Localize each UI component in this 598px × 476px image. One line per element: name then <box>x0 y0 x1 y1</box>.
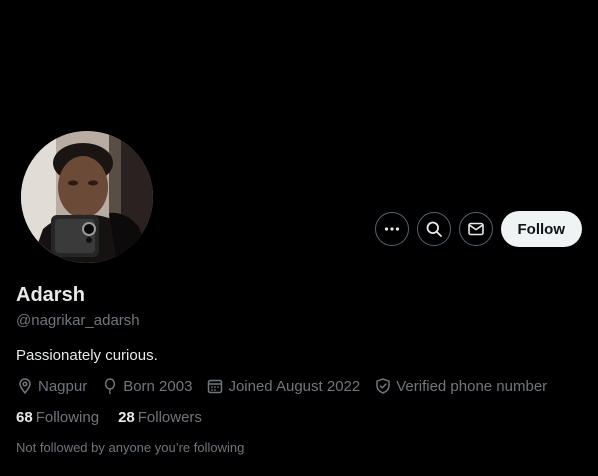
joined-item: Joined August 2022 <box>206 377 360 395</box>
more-button[interactable] <box>374 212 409 246</box>
joined-text: Joined August 2022 <box>228 377 361 395</box>
verified-text: Verified phone number <box>396 377 548 395</box>
following-count: 68 <box>16 409 33 426</box>
profile-bio: Passionately curious. <box>16 347 158 364</box>
birth-item: Born 2003 <box>101 377 192 395</box>
search-button[interactable] <box>416 212 451 246</box>
profile-meta: Nagpur Born 2003 Joined August 2022 Veri… <box>16 377 561 395</box>
profile-page: Follow Adarsh @nagrikar_adarsh Passionat… <box>0 0 598 476</box>
shield-check-icon <box>376 378 390 394</box>
follow-button[interactable]: Follow <box>500 211 582 247</box>
followers-label: Followers <box>137 409 202 426</box>
envelope-icon <box>467 222 484 236</box>
following-label: Following <box>35 409 100 426</box>
verified-item: Verified phone number <box>374 377 547 395</box>
avatar-ring <box>16 126 158 268</box>
calendar-icon <box>208 379 223 394</box>
more-horizontal-icon <box>384 227 399 231</box>
avatar-photo <box>21 131 153 263</box>
location-pin-icon <box>19 378 31 394</box>
profile-handle: @nagrikar_adarsh <box>16 312 140 329</box>
search-icon <box>426 221 442 237</box>
followers-link[interactable]: 28 Followers <box>118 409 202 426</box>
followed-by-note: Not followed by anyone you’re following <box>16 440 245 455</box>
profile-name: Adarsh <box>16 284 85 306</box>
profile-actions: Follow <box>374 211 582 247</box>
following-link[interactable]: 68 Following <box>16 409 99 426</box>
followers-count: 28 <box>118 409 135 426</box>
balloon-icon <box>105 378 116 395</box>
message-button[interactable] <box>458 212 493 246</box>
profile-stats: 68 Following 28 Followers <box>16 409 221 426</box>
location-text: Nagpur <box>38 377 88 395</box>
location-item: Nagpur <box>16 377 87 395</box>
avatar[interactable] <box>21 131 153 263</box>
birth-text: Born 2003 <box>123 377 193 395</box>
